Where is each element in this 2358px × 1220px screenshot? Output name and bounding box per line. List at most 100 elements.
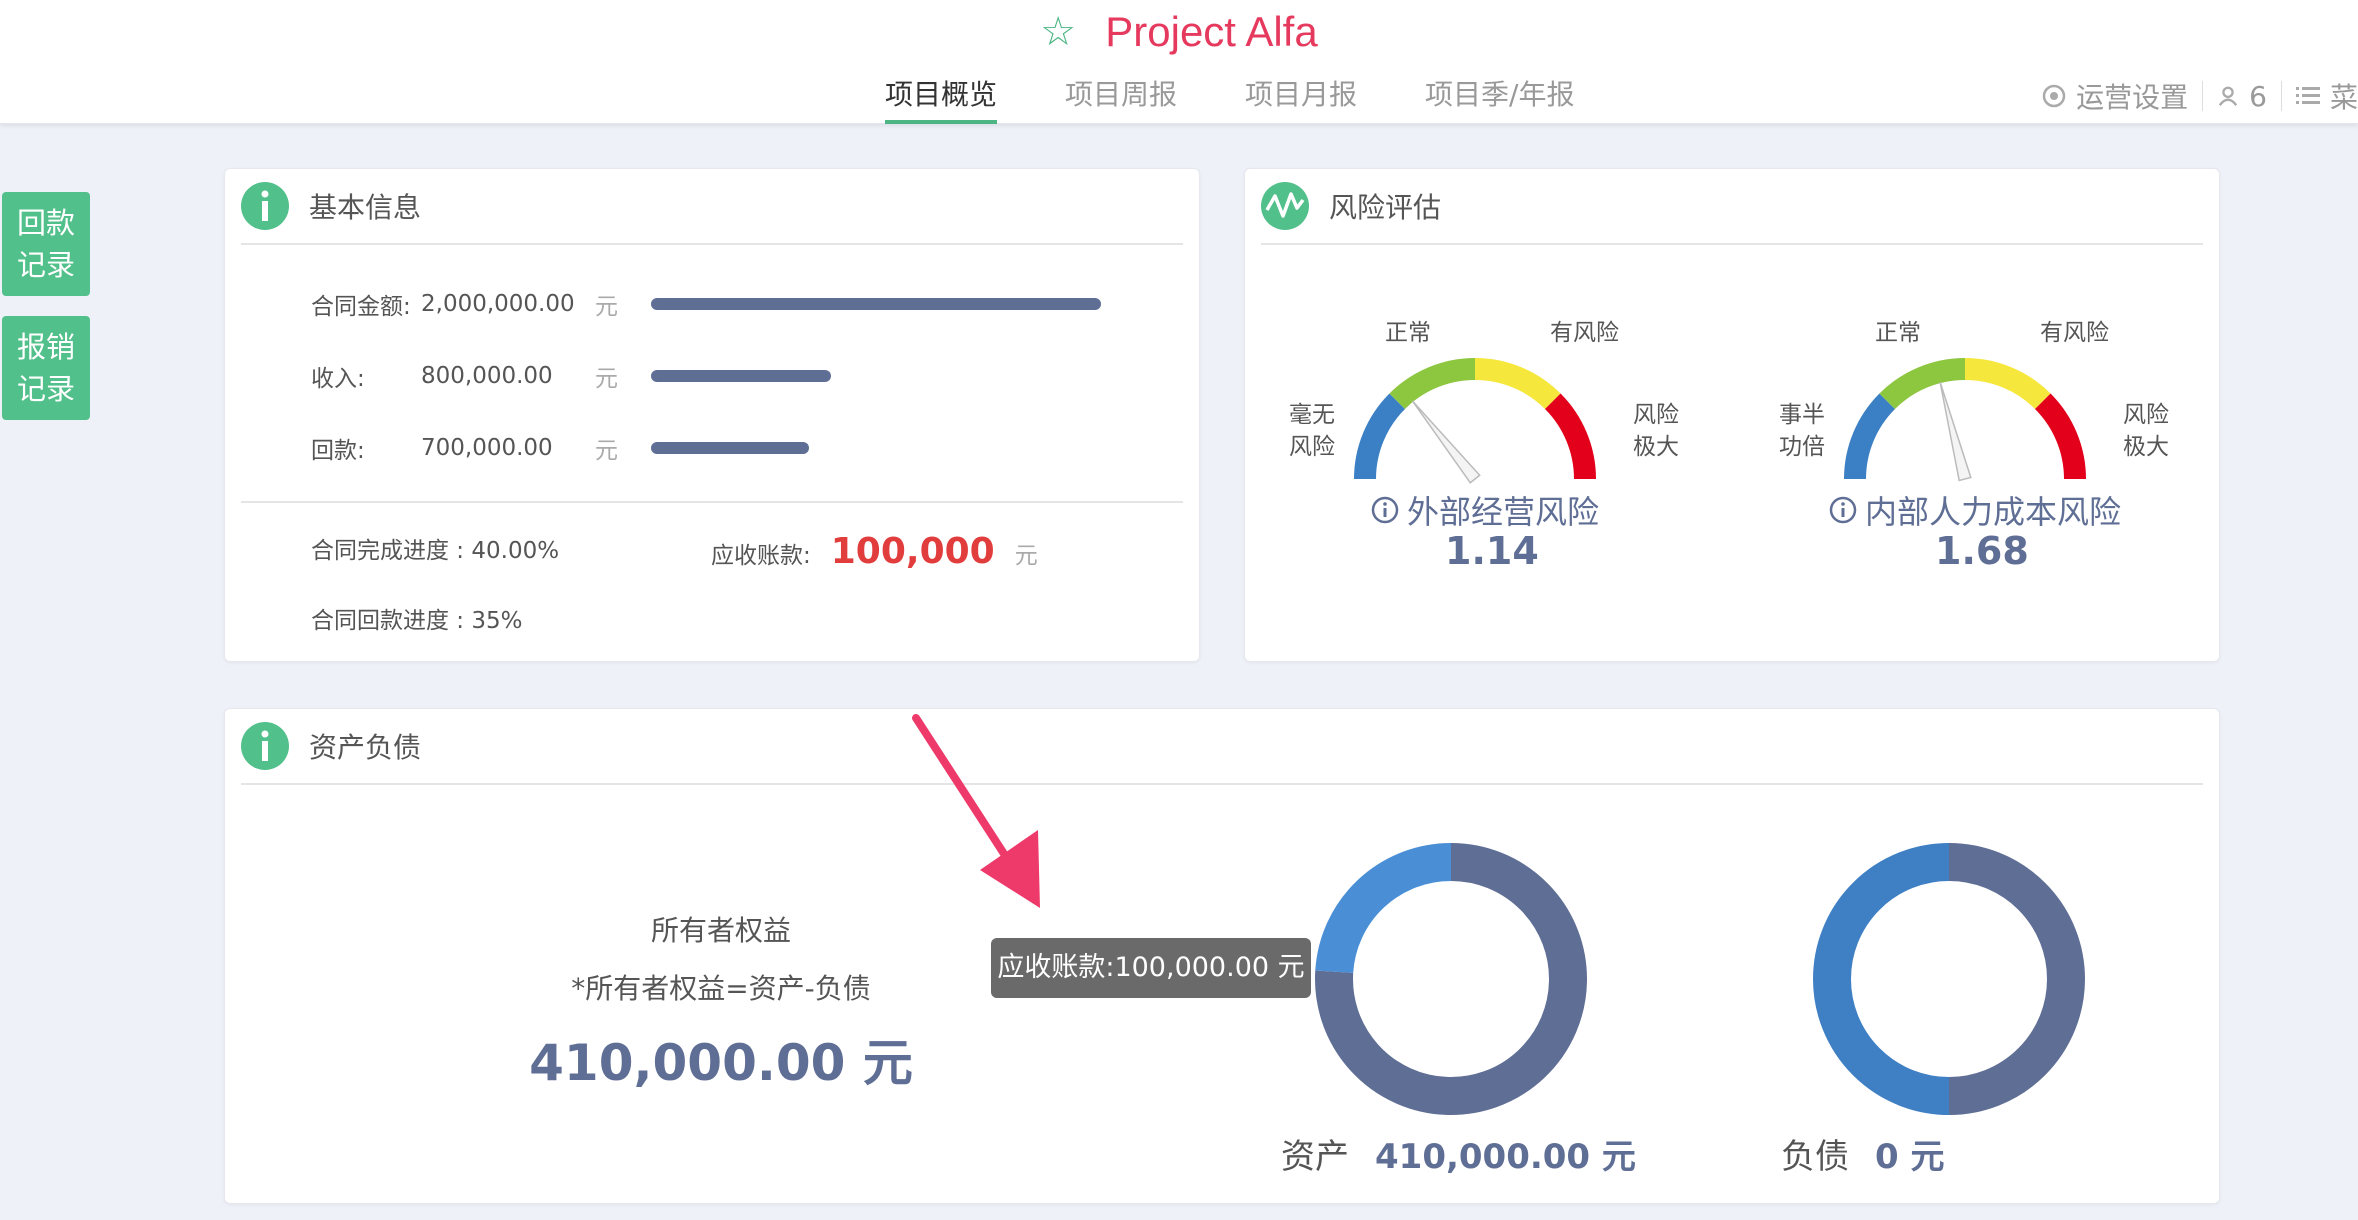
risk-header: 风险评估 bbox=[1261, 169, 2203, 245]
ops-settings-button[interactable]: 运营设置 bbox=[2028, 76, 2202, 116]
info-circle-icon[interactable] bbox=[1371, 496, 1399, 524]
assets-donut-chart[interactable] bbox=[1311, 839, 1591, 1119]
basic-info-card: 基本信息 合同金额: 2,000,000.00 元 收入: 800,000.00… bbox=[224, 168, 1200, 662]
list-menu-icon bbox=[2295, 87, 2320, 104]
gauge1-value: 1.14 bbox=[1445, 529, 1539, 573]
project-title: Project Alfa bbox=[1105, 8, 1318, 55]
gauge-band bbox=[1879, 358, 1966, 410]
gauge-band bbox=[1844, 393, 1896, 480]
info-icon bbox=[241, 182, 289, 230]
gauge1-right-label: 风险 极大 bbox=[1633, 402, 1679, 460]
contract-amount-value: 2,000,000.00 bbox=[421, 291, 575, 317]
donut-slice-light[interactable] bbox=[1813, 843, 1950, 1115]
contract-amount-bar bbox=[651, 298, 1101, 310]
contract-amount-row: 合同金额: 2,000,000.00 元 bbox=[311, 289, 1101, 320]
tab-bar: 项目概览 项目周报 项目月报 项目季/年报 bbox=[885, 74, 1642, 124]
payment-records-button[interactable]: 回款 记录 bbox=[2, 192, 90, 296]
annotation-arrow-icon bbox=[912, 714, 1040, 908]
risk-title: 风险评估 bbox=[1329, 191, 1442, 224]
gauge-band bbox=[1474, 358, 1561, 410]
payment-progress: 合同回款进度 : 35% bbox=[311, 608, 523, 634]
receivable-value: 100,000 bbox=[830, 531, 995, 572]
gauge2-value: 1.68 bbox=[1935, 529, 2029, 573]
internal-hr-cost-risk-gauge bbox=[1844, 358, 2086, 482]
gauge2-risky-label: 有风险 bbox=[2040, 320, 2109, 346]
reimbursement-records-button[interactable]: 报销 记录 bbox=[2, 316, 90, 420]
income-row: 收入: 800,000.00 元 bbox=[311, 361, 831, 392]
payment-label: 回款: bbox=[311, 438, 365, 464]
gauge1-risky-label: 有风险 bbox=[1550, 320, 1619, 346]
favorite-star-icon[interactable]: ☆ bbox=[1040, 9, 1076, 55]
users-button[interactable]: 6 bbox=[2203, 80, 2281, 113]
receivable-label: 应收账款: bbox=[711, 543, 811, 569]
users-icon bbox=[2218, 86, 2238, 106]
equity-formula: *所有者权益=资产-负债 bbox=[571, 972, 871, 1005]
tab-weekly[interactable]: 项目周报 bbox=[1065, 74, 1177, 124]
assets-value: 410,000.00 元 bbox=[1375, 1137, 1636, 1177]
pulse-icon bbox=[1261, 182, 1309, 230]
liabilities-label: 负债 bbox=[1781, 1137, 1849, 1177]
basic-info-header: 基本信息 bbox=[241, 169, 1183, 245]
gauge-band bbox=[1544, 393, 1596, 480]
external-risk-gauge bbox=[1354, 358, 1596, 484]
title-row: ☆ Project Alfa bbox=[0, 8, 2358, 68]
income-label: 收入: bbox=[311, 366, 365, 392]
equity-label: 所有者权益 bbox=[650, 914, 791, 947]
donut-slice-receivable[interactable] bbox=[1315, 843, 1452, 974]
receivable-unit: 元 bbox=[1014, 543, 1038, 569]
gauge-band bbox=[1964, 358, 2051, 410]
liabilities-donut-chart[interactable] bbox=[1809, 839, 2089, 1119]
payment-row: 回款: 700,000.00 元 bbox=[311, 433, 809, 464]
receivable-tooltip: 应收账款:100,000.00 元 bbox=[991, 938, 1311, 998]
gauge-band bbox=[2034, 393, 2086, 480]
assets-caption: 资产 410,000.00 元 bbox=[1281, 1129, 1636, 1178]
gauge1-name: 外部经营风险 bbox=[1371, 487, 1599, 533]
liabilities-caption: 负债 0 元 bbox=[1781, 1129, 1945, 1178]
gauge1-left-label: 毫无 风险 bbox=[1289, 402, 1335, 460]
donut-slice-dark[interactable] bbox=[1948, 843, 2085, 1115]
gauge1-name-text: 外部经营风险 bbox=[1407, 493, 1600, 531]
contract-progress: 合同完成进度 : 40.00% bbox=[311, 538, 560, 564]
assets-header: 资产负债 bbox=[241, 709, 2203, 785]
income-unit: 元 bbox=[595, 366, 618, 392]
gauge1-normal-label: 正常 bbox=[1385, 320, 1431, 346]
tab-overview[interactable]: 项目概览 bbox=[885, 74, 998, 124]
gauge2-name-text: 内部人力成本风险 bbox=[1865, 493, 2122, 531]
info-circle-icon[interactable] bbox=[1829, 496, 1857, 524]
contract-amount-label: 合同金额: bbox=[311, 294, 411, 320]
payment-unit: 元 bbox=[595, 438, 618, 464]
gauge2-normal-label: 正常 bbox=[1875, 320, 1921, 346]
contract-amount-unit: 元 bbox=[595, 294, 618, 320]
basic-info-divider bbox=[241, 501, 1183, 503]
risk-card: 风险评估 毫无 风险 正常 有风险 风险 极大 外部经营风险 1.14 事半 功倍 正… bbox=[1244, 168, 2220, 662]
reimbursement-records-line2: 记录 bbox=[16, 372, 75, 406]
tab-quarterly-yearly[interactable]: 项目季/年报 bbox=[1425, 74, 1574, 124]
gauge-band bbox=[1354, 393, 1406, 480]
info-icon bbox=[241, 722, 289, 770]
receivable: 应收账款: 100,000 元 bbox=[711, 531, 1038, 572]
assets-title: 资产负债 bbox=[309, 731, 422, 764]
menu-button[interactable]: 菜 bbox=[2282, 76, 2358, 116]
payment-records-line1: 回款 bbox=[16, 206, 75, 240]
liabilities-value: 0 元 bbox=[1875, 1137, 1945, 1177]
user-count: 6 bbox=[2249, 79, 2267, 113]
header-tools: 运营设置 6 菜 bbox=[2028, 76, 2358, 116]
tab-monthly[interactable]: 项目月报 bbox=[1245, 74, 1357, 124]
reimbursement-records-line1: 报销 bbox=[16, 330, 75, 364]
gauge2-name: 内部人力成本风险 bbox=[1829, 487, 2121, 533]
assets-label: 资产 bbox=[1281, 1137, 1349, 1177]
income-value: 800,000.00 bbox=[421, 363, 553, 389]
menu-label: 菜 bbox=[2329, 81, 2358, 114]
gauge2-left-label: 事半 功倍 bbox=[1779, 402, 1825, 460]
app-header: ☆ Project Alfa 项目概览 项目周报 项目月报 项目季/年报 运营设… bbox=[0, 0, 2358, 124]
gauge-needle bbox=[1939, 381, 1972, 482]
payment-bar bbox=[651, 442, 809, 454]
payment-value: 700,000.00 bbox=[421, 435, 553, 461]
gauge-needle bbox=[1411, 400, 1481, 484]
settings-target-icon bbox=[2042, 84, 2066, 108]
basic-info-title: 基本信息 bbox=[309, 191, 422, 224]
equity-value: 410,000.00 元 bbox=[529, 1034, 913, 1092]
ops-settings-label: 运营设置 bbox=[2076, 81, 2189, 114]
gauge2-right-label: 风险 极大 bbox=[2123, 402, 2169, 460]
payment-records-line2: 记录 bbox=[16, 248, 75, 282]
